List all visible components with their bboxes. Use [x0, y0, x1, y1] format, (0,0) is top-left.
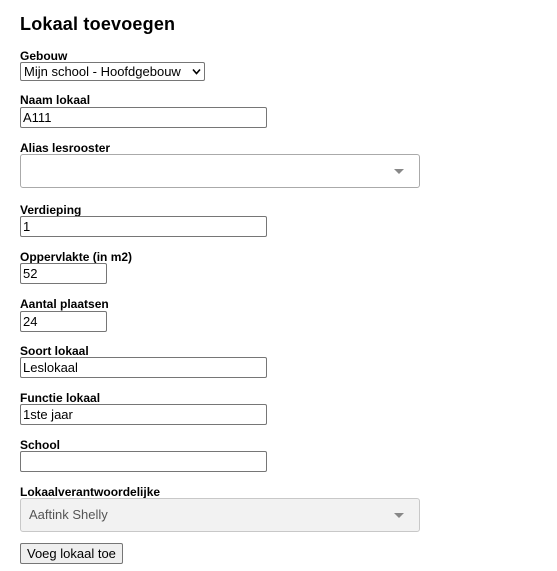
school-label: School [20, 438, 61, 452]
soort-lokaal-label: Soort lokaal [20, 344, 89, 358]
soort-lokaal-input[interactable]: Leslokaal [20, 357, 267, 378]
aantal-plaatsen-input[interactable]: 24 [20, 311, 107, 332]
aantal-plaatsen-label: Aantal plaatsen [20, 297, 109, 311]
verdieping-input[interactable]: 1 [20, 216, 267, 237]
page-title: Lokaal toevoegen [20, 14, 176, 34]
gebouw-select[interactable]: Mijn school - Hoofdgebouw [20, 62, 205, 81]
naam-lokaal-label: Naam lokaal [20, 93, 91, 107]
lokaalverantwoordelijke-select[interactable]: Aaftink Shelly [20, 498, 420, 532]
chevron-down-icon [192, 68, 201, 75]
functie-lokaal-label: Functie lokaal [20, 391, 101, 405]
dropdown-arrow-icon [394, 169, 404, 174]
oppervlakte-input[interactable]: 52 [20, 263, 107, 284]
verdieping-label: Verdieping [20, 203, 82, 217]
gebouw-label: Gebouw [20, 49, 68, 63]
add-room-button[interactable]: Voeg lokaal toe [20, 543, 123, 564]
alias-lesrooster-label: Alias lesrooster [20, 141, 111, 155]
lokaalverantwoordelijke-label: Lokaalverantwoordelijke [20, 485, 161, 499]
naam-lokaal-input[interactable]: A111 [20, 107, 267, 128]
dropdown-arrow-icon [394, 513, 404, 518]
functie-lokaal-input[interactable]: 1ste jaar [20, 404, 267, 425]
alias-lesrooster-select[interactable] [20, 154, 420, 188]
oppervlakte-label: Oppervlakte (in m2) [20, 250, 133, 264]
gebouw-select-value: Mijn school - Hoofdgebouw [24, 64, 181, 79]
lokaalverantwoordelijke-value: Aaftink Shelly [29, 507, 108, 522]
school-input[interactable] [20, 451, 267, 472]
